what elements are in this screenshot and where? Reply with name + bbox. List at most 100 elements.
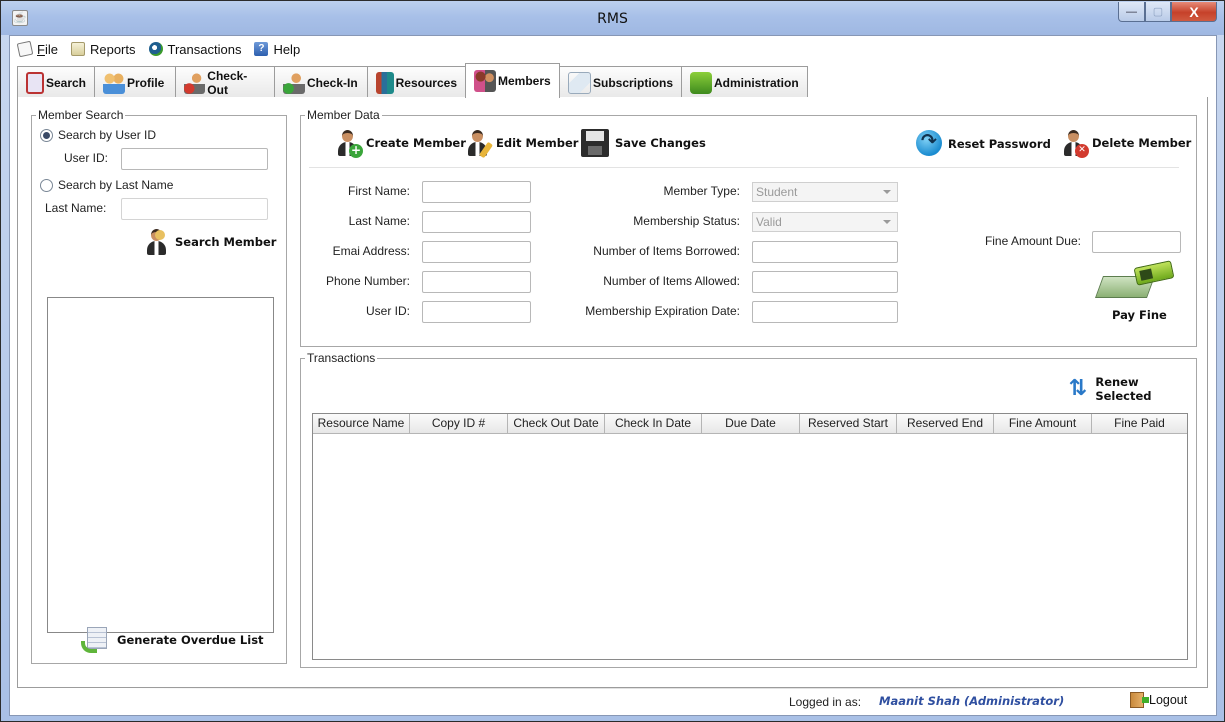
column-header-due-date[interactable]: Due Date <box>702 414 800 433</box>
menu-help[interactable]: ? Help <box>254 42 300 57</box>
transactions-title: Transactions <box>305 351 378 365</box>
tab-search[interactable]: Search <box>17 66 95 98</box>
menu-transactions-label: Transactions <box>167 41 242 57</box>
user-id-label: User ID: <box>365 304 410 318</box>
fine-amount-due-input[interactable] <box>1093 232 1180 252</box>
title-bar[interactable]: ☕ RMS — ▢ X <box>1 1 1224 35</box>
generate-overdue-list-button[interactable]: Generate Overdue List <box>81 627 264 653</box>
money-phone-icon <box>1094 260 1175 302</box>
search-user-id-field[interactable] <box>121 148 268 170</box>
renew-icon: ⇅ <box>1068 376 1087 401</box>
tab-label: Check-Out <box>207 68 248 97</box>
items-borrowed-input[interactable] <box>753 242 897 262</box>
transactions-table[interactable]: Resource Name Copy ID # Check Out Date C… <box>312 413 1188 660</box>
minimize-icon: — <box>1126 5 1137 18</box>
check-out-icon <box>184 71 206 94</box>
logout-button[interactable]: Logout <box>1130 692 1187 708</box>
tab-administration[interactable]: Administration <box>681 66 808 98</box>
menu-reports[interactable]: Reports <box>70 42 136 57</box>
column-header-fine-amount[interactable]: Fine Amount <box>994 414 1092 433</box>
phone-number-input[interactable] <box>423 272 530 292</box>
minimize-button[interactable]: — <box>1118 2 1145 22</box>
phone-number-field[interactable] <box>422 271 531 293</box>
search-user-id-input[interactable] <box>122 149 267 169</box>
items-allowed-input[interactable] <box>753 272 897 292</box>
user-id-input[interactable] <box>423 302 530 322</box>
client-area: File Reports Transactions ? Help Search <box>9 35 1217 716</box>
delete-member-button[interactable]: ✕ Delete Member <box>1062 129 1192 158</box>
fine-amount-due-field[interactable] <box>1092 231 1181 253</box>
menu-file[interactable]: File <box>16 40 58 58</box>
search-member-button[interactable]: Search Member <box>145 228 276 256</box>
tab-label: Members <box>498 74 551 88</box>
search-member-icon <box>145 228 169 256</box>
column-header-copy-id[interactable]: Copy ID # <box>410 414 508 433</box>
radio-unselected-icon <box>40 178 53 192</box>
radio-selected-icon <box>40 128 53 142</box>
transactions-table-header: Resource Name Copy ID # Check Out Date C… <box>313 414 1187 434</box>
search-last-name-input[interactable] <box>122 199 267 219</box>
column-header-fine-paid[interactable]: Fine Paid <box>1092 414 1187 433</box>
renew-selected-button[interactable]: ⇅ Renew Selected <box>1066 375 1196 403</box>
column-header-check-in-date[interactable]: Check In Date <box>605 414 702 433</box>
menu-transactions[interactable]: Transactions <box>148 41 242 57</box>
tab-members[interactable]: Members <box>465 63 560 98</box>
member-type-select[interactable]: Student <box>752 182 898 202</box>
transactions-table-body[interactable] <box>313 434 1187 659</box>
tab-check-out[interactable]: Check-Out <box>175 66 275 98</box>
column-header-check-out-date[interactable]: Check Out Date <box>508 414 605 433</box>
tab-label: Check-In <box>307 75 358 90</box>
pay-fine-button[interactable]: Pay Fine <box>1094 260 1179 326</box>
tab-label: Profile <box>127 75 165 90</box>
search-by-last-name-label: Search by Last Name <box>58 178 174 192</box>
logout-label: Logout <box>1149 693 1188 707</box>
reset-password-button[interactable]: Reset Password <box>916 130 1051 158</box>
check-in-icon <box>283 71 305 94</box>
email-address-input[interactable] <box>423 242 530 262</box>
edit-member-button[interactable]: Edit Member <box>466 129 579 159</box>
tab-resources[interactable]: Resources <box>367 66 466 98</box>
search-by-last-name-radio[interactable]: Search by Last Name <box>40 178 173 192</box>
items-allowed-label: Number of Items Allowed: <box>603 274 740 288</box>
member-results-list[interactable] <box>47 297 274 633</box>
member-search-group: Member Search Search by User ID User ID:… <box>31 108 287 664</box>
edit-member-label: Edit Member <box>496 136 579 150</box>
search-by-user-id-label: Search by User ID <box>58 128 157 142</box>
search-by-user-id-radio[interactable]: Search by User ID <box>40 128 156 142</box>
expiration-date-field[interactable] <box>752 301 898 323</box>
tab-check-in[interactable]: Check-In <box>274 66 368 98</box>
member-search-title: Member Search <box>36 108 126 122</box>
toolbar-separator <box>309 167 1179 168</box>
column-header-resource-name[interactable]: Resource Name <box>313 414 410 433</box>
email-address-field[interactable] <box>422 241 531 263</box>
column-header-reserved-start[interactable]: Reserved Start <box>800 414 897 433</box>
maximize-icon: ▢ <box>1152 6 1164 18</box>
save-changes-button[interactable]: Save Changes <box>581 129 706 157</box>
create-member-icon: + <box>336 129 363 158</box>
expiration-date-input[interactable] <box>753 302 897 322</box>
delete-member-label: Delete Member <box>1092 136 1192 150</box>
tab-subscriptions[interactable]: Subscriptions <box>559 66 682 98</box>
create-member-button[interactable]: + Create Member <box>336 129 466 158</box>
last-name-input[interactable] <box>423 212 530 232</box>
search-last-name-field[interactable] <box>121 198 268 220</box>
first-name-field[interactable] <box>422 181 531 203</box>
membership-status-select[interactable]: Valid <box>752 212 898 232</box>
items-allowed-field[interactable] <box>752 271 898 293</box>
subscriptions-icon <box>568 71 591 94</box>
last-name-field[interactable] <box>422 211 531 233</box>
administration-icon <box>690 71 712 94</box>
column-header-reserved-end[interactable]: Reserved End <box>897 414 994 433</box>
maximize-button[interactable]: ▢ <box>1145 2 1171 22</box>
first-name-input[interactable] <box>423 182 530 202</box>
menu-bar: File Reports Transactions ? Help <box>10 36 1216 62</box>
membership-status-label: Membership Status: <box>633 214 740 228</box>
user-id-field[interactable] <box>422 301 531 323</box>
items-borrowed-field[interactable] <box>752 241 898 263</box>
window-controls: — ▢ X <box>1118 2 1217 22</box>
tab-profile[interactable]: Profile <box>94 66 176 98</box>
last-name-label: Last Name: <box>348 214 410 228</box>
reset-password-icon <box>916 130 942 158</box>
edit-member-icon <box>466 129 494 159</box>
close-button[interactable]: X <box>1171 2 1217 22</box>
